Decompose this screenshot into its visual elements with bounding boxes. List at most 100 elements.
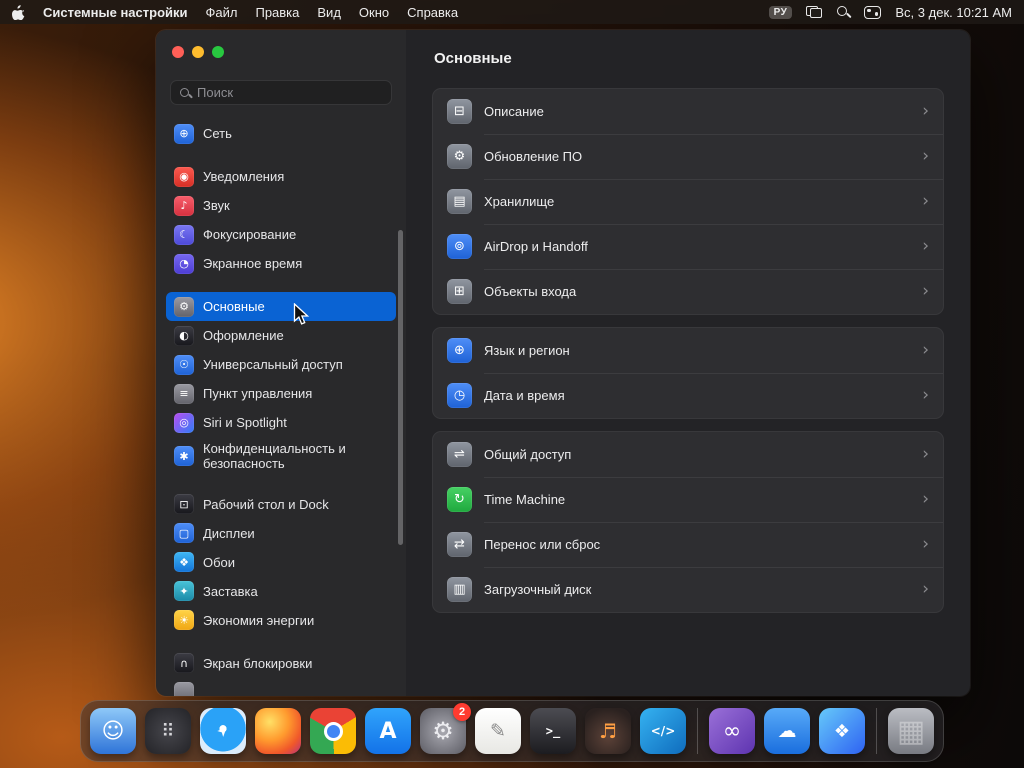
zoom-button[interactable] (212, 46, 224, 58)
sidebar-item-siri-spotlight[interactable]: ◎ Siri и Spotlight (166, 408, 396, 437)
sidebar-item-label: Сеть (203, 125, 232, 141)
close-button[interactable] (172, 46, 184, 58)
sidebar-scrollbar[interactable] (398, 230, 403, 545)
settings-row-time-machine[interactable]: ↻ Time Machine › (433, 477, 943, 522)
dock-terminal[interactable]: >_ (530, 708, 576, 754)
dock-garageband[interactable]: ♬ (585, 708, 631, 754)
sidebar-item-partial[interactable] (166, 678, 396, 696)
control-center-icon[interactable] (864, 5, 882, 19)
chevron-right-icon: › (922, 101, 929, 121)
sidebar-list: ⊕ Сеть ◉ Уведомления ♪ Звук ☾ Фокусирование ◔ Экр… (156, 119, 406, 696)
settings-row-startup-disk[interactable]: ▥ Загрузочный диск › (433, 567, 943, 612)
settings-row-storage[interactable]: ▤ Хранилище › (433, 179, 943, 224)
apple-menu-icon[interactable] (12, 4, 25, 20)
menubar-menu-4[interactable]: Справка (407, 5, 458, 20)
sidebar-item-label: Заставка (203, 583, 258, 599)
sidebar-item-wallpaper[interactable]: ❖ Обои (166, 548, 396, 577)
sidebar-item-screen-saver[interactable]: ✦ Заставка (166, 577, 396, 606)
settings-row-label: Перенос или сброс (484, 537, 601, 552)
search-field[interactable] (170, 80, 392, 106)
settings-row-language-region[interactable]: ⊕ Язык и регион › (433, 328, 943, 373)
chevron-right-icon: › (922, 146, 929, 166)
language-region-icon: ⊕ (447, 338, 472, 363)
settings-row-transfer-reset[interactable]: ⇄ Перенос или сброс › (433, 522, 943, 567)
dock-finder[interactable]: ☺ (90, 708, 136, 754)
sidebar-item-control-center[interactable]: ≡ Пункт управления (166, 379, 396, 408)
sidebar-item-network[interactable]: ⊕ Сеть (166, 119, 396, 148)
dock-trash[interactable]: ▦ (888, 708, 934, 754)
dock-chrome[interactable] (310, 708, 356, 754)
sidebar-item-displays[interactable]: ▢ Дисплеи (166, 519, 396, 548)
dock-shortcuts[interactable]: ❖ (819, 708, 865, 754)
dock-firefox[interactable] (255, 708, 301, 754)
sidebar-item-accessibility[interactable]: ☉ Универсальный доступ (166, 350, 396, 379)
safari-icon: ➤ (200, 708, 246, 754)
dock: ☺ ⠿ ➤ A ⚙ 2 ✎ >_ ♬ </> ∞ ☁ ❖ ▦ (80, 700, 944, 762)
shortcuts-glyph: ❖ (833, 720, 851, 742)
sidebar-item-energy[interactable]: ☀ Экономия энергии (166, 606, 396, 635)
menubar-menu-1[interactable]: Правка (255, 5, 299, 20)
settings-row-software-update[interactable]: ⚙ Обновление ПО › (433, 134, 943, 179)
settings-row-about[interactable]: ⊟ Описание › (433, 89, 943, 134)
energy-icon: ☀ (174, 610, 194, 631)
settings-row-date-time[interactable]: ◷ Дата и время › (433, 373, 943, 418)
settings-row-sharing[interactable]: ⇌ Общий доступ › (433, 432, 943, 477)
siri-spotlight-icon: ◎ (174, 412, 194, 433)
dock-separator (697, 708, 698, 754)
system-settings-glyph: ⚙ (432, 717, 454, 745)
dock-visual-studio[interactable]: ∞ (709, 708, 755, 754)
sidebar-item-label: Siri и Spotlight (203, 414, 287, 430)
app-menu-title[interactable]: Системные настройки (43, 5, 188, 20)
minimize-button[interactable] (192, 46, 204, 58)
sidebar-item-notifications[interactable]: ◉ Уведомления (166, 162, 396, 191)
sidebar-item-screen-time[interactable]: ◔ Экранное время (166, 249, 396, 278)
dock-textedit[interactable]: ✎ (475, 708, 521, 754)
search-input[interactable] (197, 85, 383, 100)
menubar-menu-0[interactable]: Файл (206, 5, 238, 20)
dock-weather[interactable]: ☁ (764, 708, 810, 754)
menu-bar-clock[interactable]: Вс, 3 дек. 10:21 AM (895, 5, 1012, 20)
general-icon: ⚙ (174, 296, 194, 317)
sidebar-item-label: Экономия энергии (203, 612, 315, 628)
settings-row-login-items[interactable]: ⊞ Объекты входа › (433, 269, 943, 314)
sidebar-item-sound[interactable]: ♪ Звук (166, 191, 396, 220)
input-source-badge[interactable]: РУ (768, 5, 793, 19)
chevron-right-icon: › (922, 444, 929, 464)
chevron-right-icon: › (922, 385, 929, 405)
dock-launchpad[interactable]: ⠿ (145, 708, 191, 754)
sidebar-item-appearance[interactable]: ◐ Оформление (166, 321, 396, 350)
safari-glyph: ➤ (213, 721, 233, 741)
settings-row-label: Язык и регион (484, 343, 570, 358)
chevron-right-icon: › (922, 191, 929, 211)
screen-mirroring-icon[interactable] (806, 6, 823, 18)
trash-glyph: ▦ (896, 713, 926, 749)
sidebar-item-general[interactable]: ⚙ Основные (166, 292, 396, 322)
sidebar-item-focus[interactable]: ☾ Фокусирование (166, 220, 396, 249)
dock-app-store[interactable]: A (365, 708, 411, 754)
menubar-menu-3[interactable]: Окно (359, 5, 389, 20)
garageband-icon: ♬ (585, 708, 631, 754)
settings-group: ⇌ Общий доступ › ↻ Time Machine › ⇄ Перенос или… (432, 431, 944, 613)
sidebar-item-privacy-security[interactable]: ✱ Конфиденциальность и безопасность (166, 437, 396, 476)
settings-row-label: Дата и время (484, 388, 565, 403)
menu-bar: Системные настройки Файл Правка Вид Окно Спр… (0, 0, 1024, 24)
dock-safari[interactable]: ➤ (200, 708, 246, 754)
vscode-icon: </> (640, 708, 686, 754)
dock-vscode[interactable]: </> (640, 708, 686, 754)
dock-system-settings[interactable]: ⚙ 2 (420, 703, 471, 754)
sidebar-item-label: Экранное время (203, 255, 303, 271)
launchpad-icon: ⠿ (145, 708, 191, 754)
menubar-menu-2[interactable]: Вид (317, 5, 341, 20)
appearance-icon: ◐ (174, 325, 194, 346)
visual-studio-icon: ∞ (709, 708, 755, 754)
lock-screen-icon: ∩ (174, 653, 194, 674)
spotlight-icon[interactable] (836, 5, 850, 19)
sidebar-item-lock-screen[interactable]: ∩ Экран блокировки (166, 649, 396, 678)
settings-row-airdrop-handoff[interactable]: ⊚ AirDrop и Handoff › (433, 224, 943, 269)
sidebar-item-desktop-dock[interactable]: ⊡ Рабочий стол и Dock (166, 490, 396, 519)
sidebar-item-label: Конфиденциальность и безопасность (203, 441, 346, 472)
storage-icon: ▤ (447, 189, 472, 214)
sound-icon: ♪ (174, 195, 194, 216)
chevron-right-icon: › (922, 534, 929, 554)
system-settings-window: ⊕ Сеть ◉ Уведомления ♪ Звук ☾ Фокусирование ◔ Экр… (156, 30, 970, 696)
